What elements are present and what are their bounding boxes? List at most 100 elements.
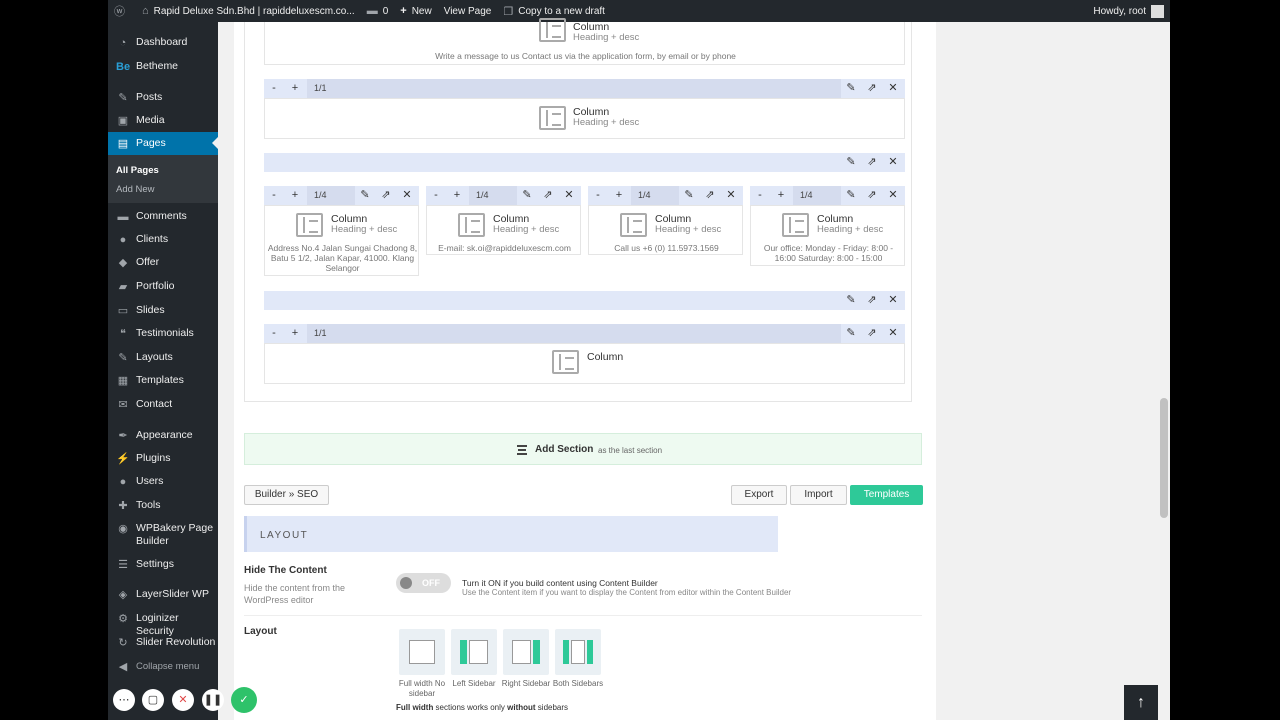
sidebar-item-offer[interactable]: ◆ Offer — [108, 256, 218, 270]
close-icon[interactable]: ✕ — [721, 186, 741, 205]
increase-size-button[interactable]: + — [285, 79, 305, 98]
arrow-up-icon: ↑ — [1137, 694, 1145, 711]
layout-option-right-sidebar[interactable] — [503, 629, 549, 675]
builder-seo-button[interactable]: Builder » SEO — [244, 485, 329, 505]
sidebar-item-settings[interactable]: ☰ Settings — [108, 558, 218, 572]
close-icon[interactable]: ✕ — [883, 79, 903, 98]
column-item-email[interactable]: Column Heading + desc E-mail: sk.oi@rapi… — [426, 205, 581, 255]
sidebar-item-layouts[interactable]: ✎ Layouts — [108, 351, 218, 365]
increase-size-button[interactable]: + — [609, 186, 629, 205]
decrease-size-button[interactable]: - — [750, 186, 770, 205]
column-bar: - + 1/4 ✎ ⇗ ✕ — [588, 186, 743, 205]
close-icon[interactable]: ✕ — [397, 186, 417, 205]
decrease-size-button[interactable]: - — [264, 324, 284, 343]
edit-icon[interactable]: ✎ — [841, 324, 861, 343]
wrap3-column-item[interactable]: Column — [264, 343, 905, 384]
edit-icon[interactable]: ✎ — [679, 186, 699, 205]
close-icon[interactable]: ✕ — [883, 324, 903, 343]
view-page-link[interactable]: View Page — [438, 0, 498, 22]
camera-button[interactable]: ▢ — [142, 689, 164, 711]
edit-icon[interactable]: ✎ — [841, 186, 861, 205]
sidebar-item-posts[interactable]: ✎ Posts — [108, 91, 218, 105]
decrease-size-button[interactable]: - — [264, 186, 284, 205]
sidebar-item-slider-revolution[interactable]: ↻ Slider Revolution — [108, 636, 218, 650]
close-icon[interactable]: ✕ — [883, 291, 903, 310]
export-button[interactable]: Export — [731, 485, 787, 505]
edit-icon[interactable]: ✎ — [517, 186, 537, 205]
column-item-phone[interactable]: Column Heading + desc Call us +6 (0) 11.… — [588, 205, 743, 255]
finish-recording-button[interactable]: ✓ — [231, 687, 257, 713]
sidebar-item-layerslider[interactable]: ◈ LayerSlider WP — [108, 588, 218, 602]
pin-icon: ✎ — [118, 92, 128, 104]
sidebar-item-users[interactable]: ● Users — [108, 475, 218, 489]
layers-icon: ◈ — [118, 589, 128, 601]
scrollbar-thumb[interactable] — [1160, 398, 1168, 518]
clone-icon[interactable]: ⇗ — [862, 186, 882, 205]
sidebar-collapse-menu[interactable]: ◀ Collapse menu — [108, 660, 218, 674]
layout-option-left-sidebar[interactable] — [451, 629, 497, 675]
clone-icon[interactable]: ⇗ — [862, 153, 882, 172]
more-options-button[interactable]: ⋯ — [113, 689, 135, 711]
site-name-menu[interactable]: ⌂ Rapid Deluxe Sdn.Bhd | rapiddeluxescm.c… — [136, 0, 361, 22]
clone-icon[interactable]: ⇗ — [700, 186, 720, 205]
layout-option-both-sidebars[interactable] — [555, 629, 601, 675]
sidebar-item-appearance[interactable]: ✒ Appearance — [108, 429, 218, 443]
submenu-all-pages[interactable]: All Pages — [116, 165, 159, 176]
sidebar-item-betheme[interactable]: Be Betheme — [108, 60, 218, 74]
decrease-size-button[interactable]: - — [426, 186, 446, 205]
cancel-recording-button[interactable]: ✕ — [172, 689, 194, 711]
close-icon[interactable]: ✕ — [559, 186, 579, 205]
sidebar-item-slides[interactable]: ▭ Slides — [108, 304, 218, 318]
layout-option-full-width[interactable] — [399, 629, 445, 675]
top-column-item[interactable]: Column Heading + desc Write a message to… — [264, 18, 905, 65]
column-size-label: 1/4 — [307, 186, 355, 205]
edit-icon[interactable]: ✎ — [841, 79, 861, 98]
wp-logo-menu[interactable]: ⓦ — [108, 0, 136, 22]
submenu-add-new[interactable]: Add New — [116, 184, 155, 195]
import-button[interactable]: Import — [790, 485, 847, 505]
edit-icon[interactable]: ✎ — [355, 186, 375, 205]
increase-size-button[interactable]: + — [771, 186, 791, 205]
new-content-menu[interactable]: + New — [394, 0, 437, 22]
column-item-address[interactable]: Column Heading + desc Address No.4 Jalan… — [264, 205, 419, 276]
comments-menu[interactable]: ▬ 0 — [361, 0, 395, 22]
close-icon[interactable]: ✕ — [883, 153, 903, 172]
close-icon[interactable]: ✕ — [883, 186, 903, 205]
sidebar-item-wpbakery[interactable]: ◉ WPBakery Page Builder — [108, 522, 218, 548]
scroll-to-top-button[interactable]: ↑ — [1124, 685, 1158, 720]
sidebar-item-contact[interactable]: ✉ Contact — [108, 398, 218, 412]
edit-icon[interactable]: ✎ — [841, 291, 861, 310]
increase-size-button[interactable]: + — [285, 186, 305, 205]
sidebar-item-loginizer[interactable]: ⚙ Loginizer Security — [108, 612, 218, 638]
page-scrollbar[interactable] — [1158, 22, 1170, 720]
sidebar-item-comments[interactable]: ▬ Comments — [108, 210, 218, 224]
sidebar-item-tools[interactable]: ✚ Tools — [108, 499, 218, 513]
clone-icon[interactable]: ⇗ — [862, 291, 882, 310]
sidebar-item-templates[interactable]: ▦ Templates — [108, 374, 218, 388]
edit-icon[interactable]: ✎ — [841, 153, 861, 172]
clone-icon[interactable]: ⇗ — [538, 186, 558, 205]
sidebar-item-clients[interactable]: ● Clients — [108, 233, 218, 247]
templates-button[interactable]: Templates — [850, 485, 923, 505]
layout-title: Layout — [244, 626, 277, 637]
column-item-office-hours[interactable]: Column Heading + desc Our office: Monday… — [750, 205, 905, 266]
decrease-size-button[interactable]: - — [588, 186, 608, 205]
hide-content-toggle[interactable]: OFF — [396, 573, 451, 593]
increase-size-button[interactable]: + — [285, 324, 305, 343]
sidebar-item-portfolio[interactable]: ▰ Portfolio — [108, 280, 218, 294]
sidebar-item-pages[interactable]: ▤ Pages — [108, 132, 218, 155]
sidebar-item-media[interactable]: ▣ Media — [108, 114, 218, 128]
add-section-button[interactable]: Add Section as the last section — [244, 433, 922, 465]
sidebar-item-dashboard[interactable]: ◔ Dashboard — [108, 36, 218, 50]
clone-icon[interactable]: ⇗ — [862, 324, 882, 343]
clone-icon[interactable]: ⇗ — [862, 79, 882, 98]
account-menu[interactable]: Howdy, root — [1087, 0, 1170, 22]
clone-icon[interactable]: ⇗ — [376, 186, 396, 205]
sidebar-item-plugins[interactable]: ⚡ Plugins — [108, 452, 218, 466]
sidebar-item-testimonials[interactable]: ❝ Testimonials — [108, 327, 218, 341]
wrap1-column-item[interactable]: Column Heading + desc — [264, 98, 905, 139]
decrease-size-button[interactable]: - — [264, 79, 284, 98]
item-desc: Call us +6 (0) 11.5973.1569 — [614, 243, 719, 253]
pause-button[interactable]: ❚❚ — [202, 689, 224, 711]
increase-size-button[interactable]: + — [447, 186, 467, 205]
